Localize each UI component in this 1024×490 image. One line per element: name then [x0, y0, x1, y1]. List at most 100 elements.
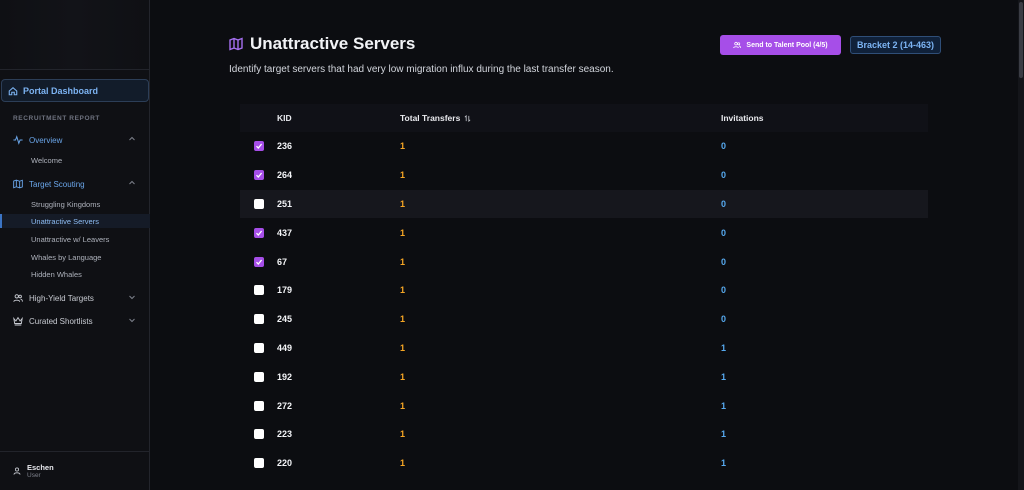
scrollbar-thumb[interactable]	[1019, 2, 1023, 78]
nav-sub-struggling-kingdoms[interactable]: Struggling Kingdoms	[0, 197, 150, 211]
row-check-cell	[240, 314, 277, 325]
row-check-cell	[240, 400, 277, 411]
user-profile[interactable]: Eschen User	[0, 451, 150, 490]
cell-total-transfers: 1	[400, 458, 406, 469]
table-row[interactable]: 220 1 1	[240, 449, 928, 478]
nav-sub-whales-by-language[interactable]: Whales by Language	[0, 250, 150, 264]
section-label: RECRUITMENT REPORT	[13, 115, 100, 122]
nav-sub-hidden-whales[interactable]: Hidden Whales	[0, 267, 150, 281]
table-row[interactable]: 192 1 1	[240, 362, 928, 391]
scrollbar[interactable]	[1018, 0, 1024, 490]
table-row[interactable]: 179 1 0	[240, 276, 928, 305]
row-check-cell	[240, 141, 277, 152]
main-content: Unattractive Servers Identify target ser…	[151, 0, 1024, 490]
table-row[interactable]: 67 1 0	[240, 247, 928, 276]
cell-kid: 272	[277, 400, 293, 411]
bracket-badge[interactable]: Bracket 2 (14-463)	[850, 36, 941, 54]
row-check-cell	[240, 458, 277, 469]
cell-total-transfers: 1	[400, 285, 406, 296]
chevron-down-icon	[129, 318, 135, 323]
user-name: Eschen	[27, 463, 54, 472]
cell-invitations: 1	[721, 458, 727, 469]
cell-kid: 192	[277, 371, 293, 382]
cell-total-transfers: 1	[400, 371, 406, 382]
row-checkbox[interactable]	[253, 256, 264, 267]
table-row[interactable]: 449 1 1	[240, 334, 928, 363]
table-row[interactable]: 272 1 1	[240, 391, 928, 420]
row-check-cell	[240, 429, 277, 440]
portal-dashboard-button[interactable]: Portal Dashboard	[1, 79, 149, 102]
table-row[interactable]: 245 1 0	[240, 305, 928, 334]
chevron-up-icon	[129, 136, 135, 141]
sort-icon[interactable]	[464, 114, 471, 122]
cell-kid: 251	[277, 198, 293, 209]
nav-curated-shortlists[interactable]: Curated Shortlists	[0, 313, 150, 329]
row-check-cell	[240, 285, 277, 296]
row-checkbox[interactable]	[253, 458, 264, 469]
cell-kid: 67	[277, 256, 288, 267]
map-icon	[229, 37, 243, 51]
row-checkbox[interactable]	[253, 371, 264, 382]
cell-total-transfers: 1	[400, 429, 406, 440]
cell-total-transfers: 1	[400, 256, 406, 267]
nav-overview[interactable]: Overview	[0, 132, 150, 148]
cell-invitations: 0	[721, 227, 727, 238]
cell-total-transfers: 1	[400, 342, 406, 353]
chevron-up-icon	[129, 180, 135, 185]
row-checkbox[interactable]	[253, 141, 264, 152]
activity-icon	[13, 135, 23, 145]
row-check-cell	[240, 256, 277, 267]
servers-table: KID Total Transfers Invitations 236 1 0 264…	[240, 104, 928, 478]
send-button-label: Send to Talent Pool (4/5)	[746, 41, 828, 49]
table-header: KID Total Transfers Invitations	[240, 104, 928, 132]
row-checkbox[interactable]	[253, 400, 264, 411]
user-icon	[13, 467, 21, 475]
nav-high-yield-targets[interactable]: High-Yield Targets	[0, 290, 150, 306]
column-total-transfers[interactable]: Total Transfers	[400, 113, 721, 123]
cell-kid: 223	[277, 429, 293, 440]
table-row[interactable]: 437 1 0	[240, 218, 928, 247]
cell-invitations: 0	[721, 198, 727, 209]
row-checkbox[interactable]	[253, 342, 264, 353]
crown-icon	[13, 316, 23, 326]
map-icon	[13, 179, 23, 189]
nav-sub-unattractive-servers[interactable]: Unattractive Servers	[0, 214, 150, 228]
row-check-cell	[240, 198, 277, 209]
page-subtitle: Identify target servers that had very lo…	[229, 64, 614, 75]
nav-sub-welcome[interactable]: Welcome	[0, 153, 150, 167]
user-role: User	[27, 472, 41, 479]
cell-invitations: 0	[721, 314, 727, 325]
cell-invitations: 0	[721, 170, 727, 181]
row-checkbox[interactable]	[253, 314, 264, 325]
cell-invitations: 0	[721, 256, 727, 267]
chevron-down-icon	[129, 295, 135, 300]
row-checkbox[interactable]	[253, 429, 264, 440]
row-checkbox[interactable]	[253, 227, 264, 238]
page-title: Unattractive Servers	[250, 34, 416, 53]
cell-invitations: 1	[721, 400, 727, 411]
column-total-label: Total Transfers	[400, 113, 461, 123]
cell-kid: 236	[277, 141, 293, 152]
cell-total-transfers: 1	[400, 314, 406, 325]
nav-target-scouting[interactable]: Target Scouting	[0, 176, 150, 192]
check-icon	[255, 172, 262, 179]
row-checkbox[interactable]	[253, 285, 264, 296]
row-checkbox[interactable]	[253, 170, 264, 181]
cell-kid: 220	[277, 458, 293, 469]
cell-kid: 264	[277, 170, 293, 181]
cell-invitations: 0	[721, 141, 727, 152]
row-check-cell	[240, 170, 277, 181]
nav-sub-unattractive-leavers[interactable]: Unattractive w/ Leavers	[0, 232, 150, 246]
table-row[interactable]: 264 1 0	[240, 161, 928, 190]
app-window: Portal Dashboard RECRUITMENT REPORT Over…	[0, 0, 1024, 490]
check-icon	[255, 230, 262, 236]
table-row[interactable]: 236 1 0	[240, 132, 928, 161]
users-icon	[13, 293, 23, 303]
sidebar: Portal Dashboard RECRUITMENT REPORT Over…	[0, 0, 150, 490]
table-row[interactable]: 251 1 0	[240, 189, 928, 219]
send-to-talent-pool-button[interactable]: Send to Talent Pool (4/5)	[720, 35, 841, 55]
cell-total-transfers: 1	[400, 170, 406, 181]
row-check-cell	[240, 342, 277, 353]
table-row[interactable]: 223 1 1	[240, 420, 928, 449]
row-checkbox[interactable]	[253, 198, 264, 209]
